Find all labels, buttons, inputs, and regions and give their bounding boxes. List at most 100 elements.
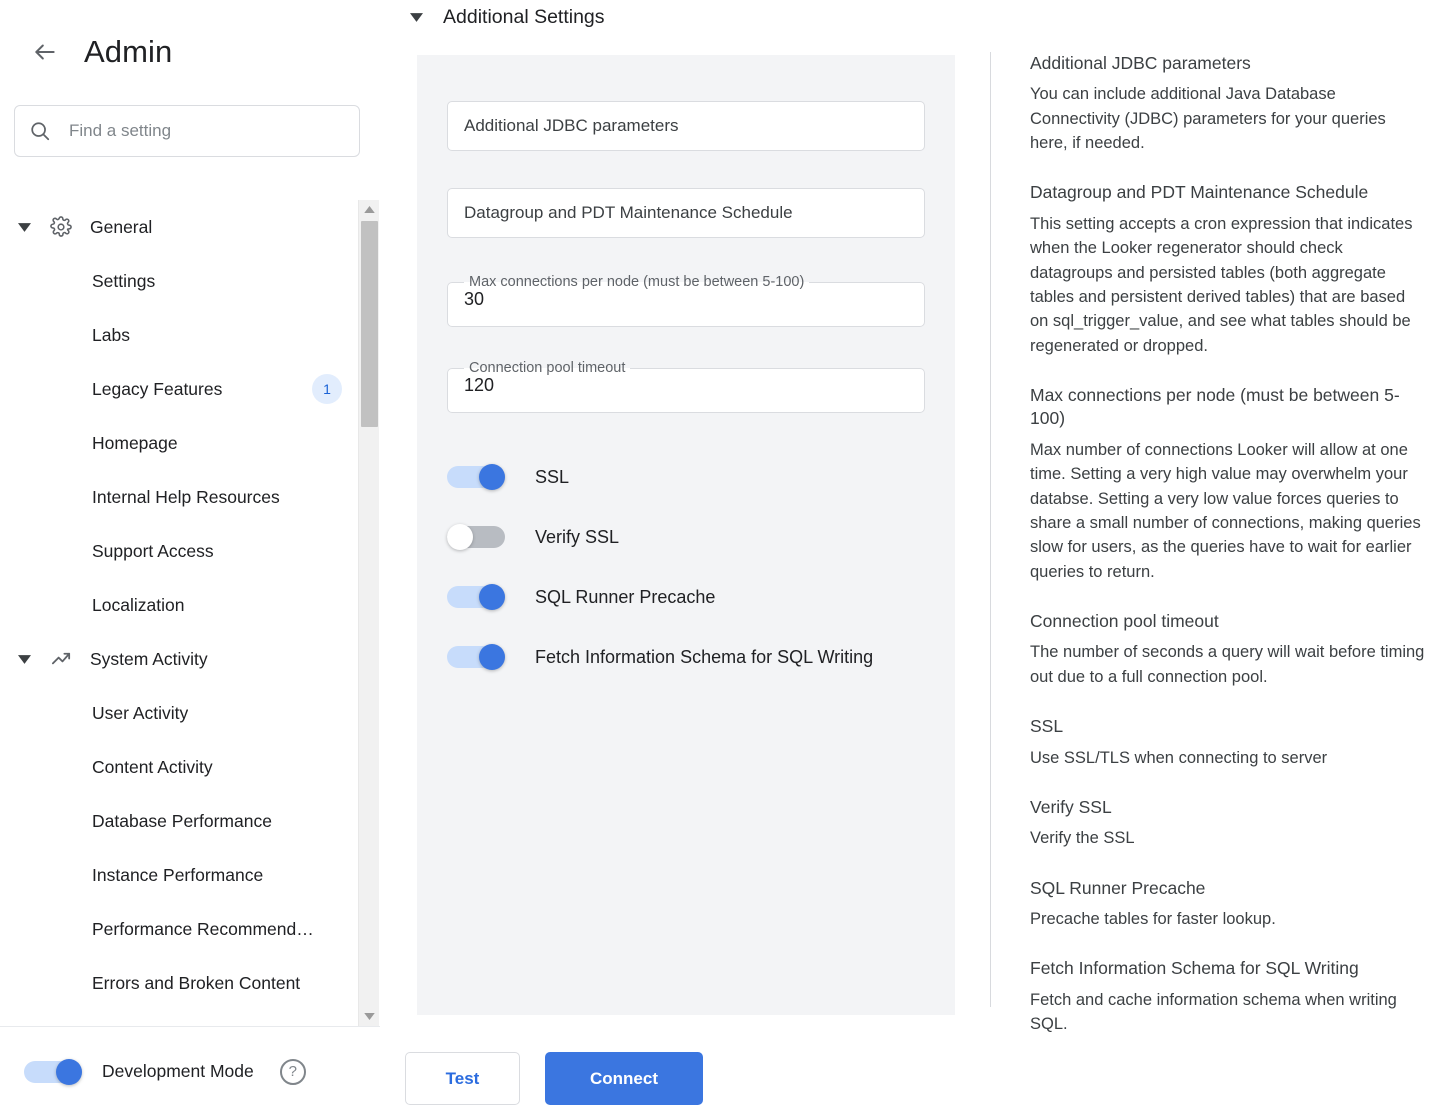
- scrollbar-thumb[interactable]: [361, 221, 378, 427]
- connection-pool-timeout-field[interactable]: Connection pool timeout: [447, 361, 925, 413]
- fetch-information-schema-label: Fetch Information Schema for SQL Writing: [535, 647, 873, 668]
- help-title: Max connections per node (must be betwee…: [1030, 384, 1430, 431]
- verify-ssl-label: Verify SSL: [535, 527, 619, 548]
- sidebar-item-label: Errors and Broken Content: [92, 973, 300, 994]
- help-block: Datagroup and PDT Maintenance Schedule T…: [1030, 181, 1430, 358]
- scroll-up-icon[interactable]: [359, 200, 380, 219]
- help-body: Precache tables for faster lookup.: [1030, 907, 1426, 931]
- sidebar-item-labs[interactable]: Labs: [0, 308, 380, 362]
- sidebar-scrollbar[interactable]: [358, 200, 379, 1026]
- sidebar-nav: General Settings Labs Legacy Features 1 …: [0, 200, 380, 1026]
- max-connections-input[interactable]: [464, 289, 894, 310]
- section-title: Additional Settings: [443, 6, 605, 29]
- help-title: SQL Runner Precache: [1030, 877, 1430, 900]
- help-panel: Additional JDBC parameters You can inclu…: [990, 52, 1430, 1007]
- sidebar-item-label: Legacy Features: [92, 379, 222, 400]
- sidebar-item-label: Database Performance: [92, 811, 272, 832]
- help-title: Verify SSL: [1030, 796, 1430, 819]
- arrow-left-icon[interactable]: [28, 35, 62, 69]
- sidebar-group-label: General: [90, 217, 152, 238]
- sidebar-item-label: User Activity: [92, 703, 188, 724]
- verify-ssl-row: Verify SSL: [447, 507, 925, 567]
- chevron-down-icon: [405, 13, 427, 22]
- sidebar-item-user-activity[interactable]: User Activity: [0, 686, 380, 740]
- main-panel: Additional Settings Max connections per …: [405, 0, 970, 1116]
- help-title: SSL: [1030, 715, 1430, 738]
- connection-pool-timeout-label: Connection pool timeout: [464, 361, 630, 376]
- toggle-thumb: [479, 464, 505, 490]
- sidebar-item-localization[interactable]: Localization: [0, 578, 380, 632]
- sidebar-item-label: Instance Performance: [92, 865, 263, 886]
- help-body: Fetch and cache information schema when …: [1030, 988, 1426, 1037]
- sql-runner-precache-row: SQL Runner Precache: [447, 567, 925, 627]
- search-icon: [29, 120, 51, 142]
- chevron-down-icon: [14, 217, 34, 237]
- ssl-label: SSL: [535, 467, 569, 488]
- max-connections-per-node-field[interactable]: Max connections per node (must be betwee…: [447, 275, 925, 327]
- help-title: Fetch Information Schema for SQL Writing: [1030, 957, 1430, 980]
- chevron-down-icon: [14, 649, 34, 669]
- datagroup-pdt-maintenance-schedule-field[interactable]: [447, 188, 925, 238]
- help-block: Max connections per node (must be betwee…: [1030, 384, 1430, 584]
- trending-up-icon: [48, 648, 74, 671]
- sidebar-item-performance-recommendations[interactable]: Performance Recommend…: [0, 902, 380, 956]
- search-box[interactable]: [14, 105, 360, 157]
- sidebar-item-settings[interactable]: Settings: [0, 254, 380, 308]
- gear-icon: [48, 216, 74, 238]
- fetch-information-schema-row: Fetch Information Schema for SQL Writing: [447, 627, 925, 687]
- help-title: Additional JDBC parameters: [1030, 52, 1430, 75]
- connection-pool-timeout-input[interactable]: [464, 375, 894, 396]
- admin-page: Admin: [0, 0, 1443, 1116]
- test-button[interactable]: Test: [405, 1052, 520, 1105]
- help-body: Use SSL/TLS when connecting to server: [1030, 746, 1426, 770]
- additional-settings-section-header[interactable]: Additional Settings: [405, 0, 970, 30]
- sidebar-item-label: Performance Recommend…: [92, 919, 314, 940]
- sidebar-item-content-activity[interactable]: Content Activity: [0, 740, 380, 794]
- connect-button[interactable]: Connect: [545, 1052, 703, 1105]
- help-title: Connection pool timeout: [1030, 610, 1430, 633]
- sidebar-item-label: Internal Help Resources: [92, 487, 280, 508]
- additional-jdbc-parameters-input[interactable]: [464, 116, 908, 136]
- toggle-thumb: [479, 644, 505, 670]
- datagroup-pdt-maintenance-schedule-input[interactable]: [464, 203, 908, 223]
- sidebar-group-system-activity[interactable]: System Activity: [0, 632, 380, 686]
- development-mode-row: Development Mode ?: [0, 1027, 380, 1116]
- sidebar-item-database-performance[interactable]: Database Performance: [0, 794, 380, 848]
- help-body: This setting accepts a cron expression t…: [1030, 212, 1426, 358]
- development-mode-toggle[interactable]: [24, 1059, 82, 1085]
- sidebar-item-label: Homepage: [92, 433, 178, 454]
- sidebar-item-internal-help-resources[interactable]: Internal Help Resources: [0, 470, 380, 524]
- sidebar-item-label: Content Activity: [92, 757, 213, 778]
- fetch-information-schema-toggle[interactable]: [447, 644, 505, 670]
- status-badge: 1: [312, 374, 342, 404]
- ssl-toggle[interactable]: [447, 464, 505, 490]
- additional-jdbc-parameters-field[interactable]: [447, 101, 925, 151]
- toggle-thumb: [447, 524, 473, 550]
- sidebar-group-label: System Activity: [90, 649, 208, 670]
- help-body: Verify the SSL: [1030, 826, 1426, 850]
- search-input[interactable]: [69, 121, 345, 141]
- sidebar-item-legacy-features[interactable]: Legacy Features 1: [0, 362, 380, 416]
- question-mark-icon[interactable]: ?: [280, 1059, 306, 1085]
- help-body: You can include additional Java Database…: [1030, 82, 1426, 155]
- sidebar-item-label: Settings: [92, 271, 155, 292]
- help-block: Connection pool timeout The number of se…: [1030, 610, 1430, 689]
- help-body: The number of seconds a query will wait …: [1030, 640, 1426, 689]
- form-actions: Test Connect: [405, 1052, 703, 1105]
- sidebar-item-label: Localization: [92, 595, 184, 616]
- scroll-down-icon[interactable]: [359, 1007, 380, 1026]
- sidebar-item-errors-and-broken-content[interactable]: Errors and Broken Content: [0, 956, 380, 1010]
- sql-runner-precache-toggle[interactable]: [447, 584, 505, 610]
- sidebar-item-homepage[interactable]: Homepage: [0, 416, 380, 470]
- sidebar-item-instance-performance[interactable]: Instance Performance: [0, 848, 380, 902]
- help-block: Verify SSL Verify the SSL: [1030, 796, 1430, 851]
- settings-form-card: Max connections per node (must be betwee…: [417, 55, 955, 1015]
- verify-ssl-toggle[interactable]: [447, 524, 505, 550]
- help-block: Fetch Information Schema for SQL Writing…: [1030, 957, 1430, 1036]
- help-body: Max number of connections Looker will al…: [1030, 438, 1426, 584]
- development-mode-label: Development Mode: [102, 1061, 254, 1082]
- sidebar-group-general[interactable]: General: [0, 200, 380, 254]
- sidebar-item-support-access[interactable]: Support Access: [0, 524, 380, 578]
- sidebar: Admin: [0, 0, 380, 1116]
- help-title: Datagroup and PDT Maintenance Schedule: [1030, 181, 1430, 204]
